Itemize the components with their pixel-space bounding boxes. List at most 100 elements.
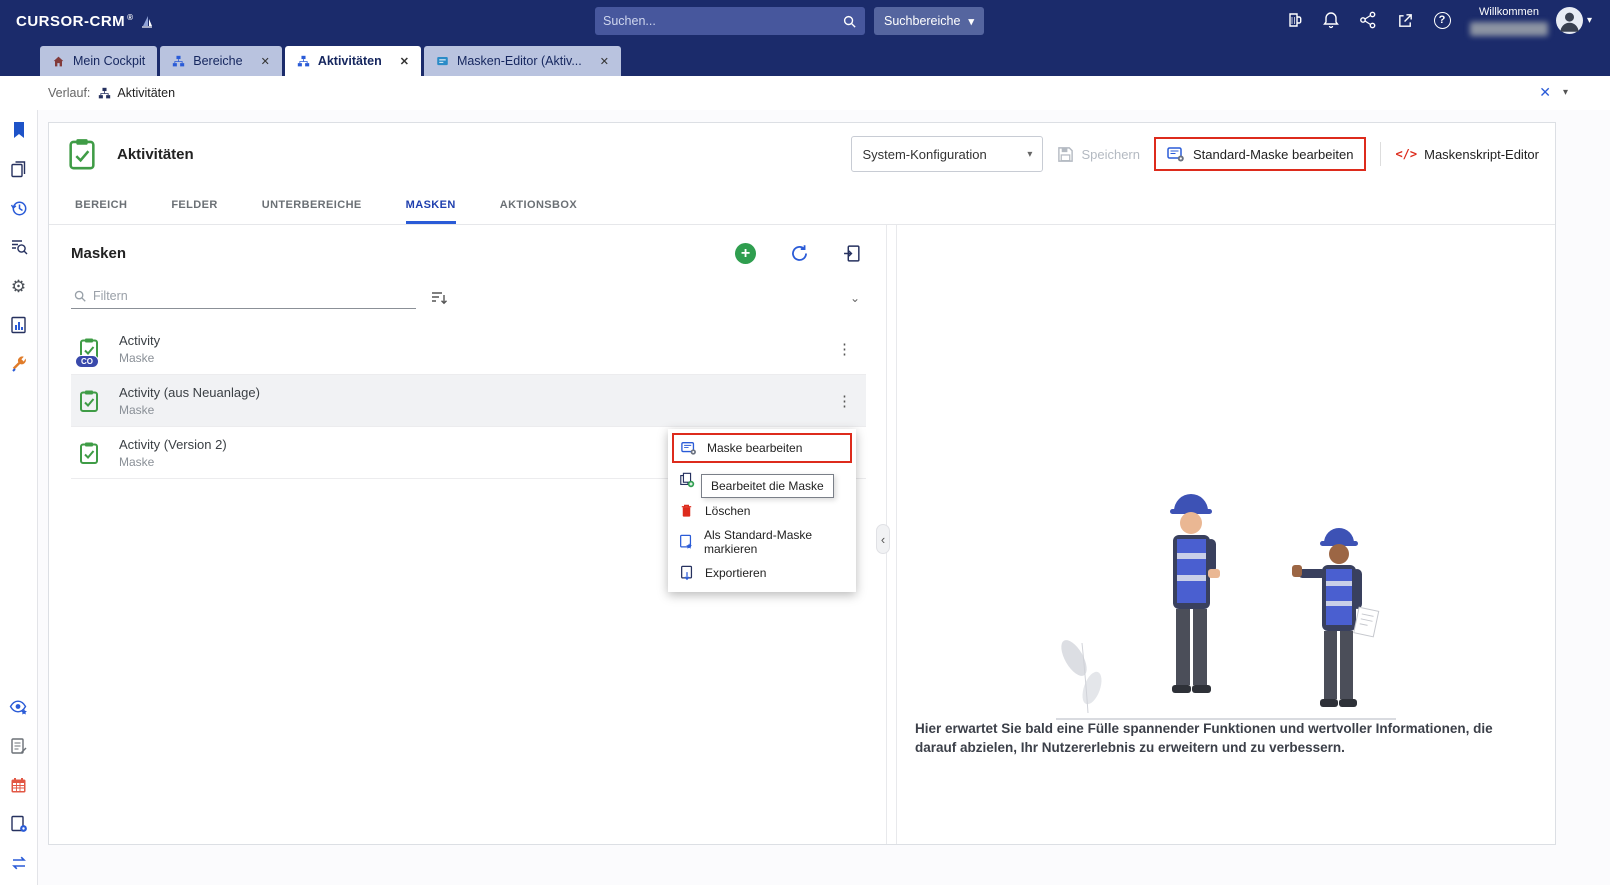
mug-icon[interactable] xyxy=(1284,10,1304,30)
row-icon-wrap xyxy=(77,441,107,465)
welcome-block: Willkommen xyxy=(1470,6,1548,36)
info-text: Hier erwartet Sie bald eine Fülle spanne… xyxy=(915,720,1533,758)
user-menu[interactable]: ▾ xyxy=(1556,7,1592,34)
clipboard-check-icon xyxy=(77,441,101,465)
search-input[interactable] xyxy=(603,14,842,28)
chevron-down-icon[interactable]: ⌄ xyxy=(850,291,866,305)
bookmark-icon[interactable] xyxy=(9,120,29,140)
tooltip: Bearbeitet die Maske xyxy=(701,474,834,498)
sail-icon xyxy=(140,15,154,29)
gear-icon[interactable]: ⚙ xyxy=(9,276,29,296)
sync-icon[interactable] xyxy=(9,853,29,873)
save-label: Speichern xyxy=(1081,147,1140,162)
clipboard-check-icon xyxy=(65,137,99,171)
history-item-aktivitaeten[interactable]: Aktivitäten xyxy=(98,86,175,100)
brand-text: CURSOR-CRM xyxy=(16,13,125,30)
search-icon xyxy=(73,289,87,303)
username-blurred xyxy=(1470,22,1548,36)
add-mask-icon[interactable]: + xyxy=(735,243,756,264)
sort-icon[interactable] xyxy=(430,289,448,307)
tab-label: Bereiche xyxy=(193,54,242,68)
row-text: Activity Maske xyxy=(119,333,160,365)
tab-unterbereiche[interactable]: UNTERBEREICHE xyxy=(262,185,362,224)
tab-label: Aktivitäten xyxy=(318,54,382,68)
filter-input[interactable] xyxy=(93,289,414,303)
mask-row-activity-neuanlage[interactable]: Activity (aus Neuanlage) Maske ⋮ xyxy=(71,375,866,427)
eye-star-icon[interactable] xyxy=(9,697,29,717)
row-icon-wrap: CO xyxy=(77,337,107,361)
menu-item-label: Exportieren xyxy=(705,566,766,580)
import-mask-icon[interactable] xyxy=(843,244,862,263)
tab-masken[interactable]: MASKEN xyxy=(406,185,456,224)
menu-item-maske-bearbeiten[interactable]: Maske bearbeiten xyxy=(672,433,852,463)
close-icon[interactable]: ✕ xyxy=(600,55,609,68)
close-icon[interactable]: ✕ xyxy=(400,55,409,68)
open-in-new-icon[interactable] xyxy=(1395,10,1415,30)
history-row: Verlauf: Aktivitäten xyxy=(0,76,1610,110)
search-scope-label: Suchbereiche xyxy=(884,14,960,28)
search-list-icon[interactable] xyxy=(9,237,29,257)
history-icon[interactable] xyxy=(9,198,29,218)
tab-label: Mein Cockpit xyxy=(73,54,145,68)
sitemap-icon xyxy=(172,55,185,68)
mask-edit-icon xyxy=(680,440,697,456)
search-icon[interactable] xyxy=(842,14,857,29)
history-item-label: Aktivitäten xyxy=(117,86,175,100)
menu-item-label: Als Standard-Maske markieren xyxy=(704,528,846,556)
calendar-icon[interactable] xyxy=(9,775,29,795)
topbar-icon-group: ? xyxy=(1284,10,1452,30)
mask-type: Maske xyxy=(119,351,160,365)
workers-illustration xyxy=(1036,473,1416,733)
share-icon[interactable] xyxy=(1358,10,1378,30)
divider xyxy=(1380,142,1381,166)
mask-script-editor-button[interactable]: </> Maskenskript-Editor xyxy=(1395,147,1539,162)
tab-masken-editor[interactable]: Masken-Editor (Aktiv... ✕ xyxy=(424,46,621,76)
notepad-icon[interactable] xyxy=(9,736,29,756)
doc-gear-icon[interactable] xyxy=(9,814,29,834)
tab-aktionsbox[interactable]: AKTIONSBOX xyxy=(500,185,577,224)
masks-header: Masken + xyxy=(71,243,866,264)
sitemap-icon xyxy=(98,87,111,100)
chevron-down-icon[interactable]: ▾ xyxy=(1563,87,1568,98)
refresh-icon[interactable] xyxy=(790,244,809,263)
filter-row: ⌄ xyxy=(71,286,866,309)
tab-bereich[interactable]: BEREICH xyxy=(75,185,127,224)
row-text: Activity (Version 2) Maske xyxy=(119,437,227,469)
close-icon[interactable]: ✕ xyxy=(1539,84,1551,101)
tab-mein-cockpit[interactable]: Mein Cockpit xyxy=(40,46,157,76)
configuration-select[interactable]: System-Konfiguration ▾ xyxy=(851,136,1043,172)
code-icon: </> xyxy=(1395,147,1417,161)
copy-plus-icon xyxy=(678,472,695,488)
row-icon-wrap xyxy=(77,389,107,413)
search-scope-button[interactable]: Suchbereiche ▾ xyxy=(874,7,984,35)
mask-name: Activity (Version 2) xyxy=(119,437,227,452)
export-icon xyxy=(678,565,695,581)
help-icon[interactable]: ? xyxy=(1432,10,1452,30)
close-icon[interactable]: ✕ xyxy=(261,55,270,68)
kebab-menu-icon[interactable]: ⋮ xyxy=(827,392,862,410)
co-badge: CO xyxy=(75,355,99,368)
avatar xyxy=(1556,7,1583,34)
menu-item-als-standard-maske-markieren[interactable]: Als Standard-Maske markieren xyxy=(668,526,856,557)
welcome-label: Willkommen xyxy=(1470,6,1548,18)
bell-icon[interactable] xyxy=(1321,10,1341,30)
question-glyph: ? xyxy=(1439,14,1446,26)
tab-felder[interactable]: FELDER xyxy=(171,185,217,224)
tab-bereiche[interactable]: Bereiche ✕ xyxy=(160,46,282,76)
section-tabs: BEREICH FELDER UNTERBEREICHE MASKEN AKTI… xyxy=(49,185,1555,225)
kebab-menu-icon[interactable]: ⋮ xyxy=(827,340,862,358)
pages-icon[interactable] xyxy=(9,159,29,179)
report-icon[interactable] xyxy=(9,315,29,335)
tools-icon[interactable] xyxy=(9,354,29,374)
card-header: Aktivitäten System-Konfiguration ▾ Speic… xyxy=(49,123,1555,185)
mask-row-activity[interactable]: CO Activity Maske ⋮ xyxy=(71,323,866,375)
menu-item-exportieren[interactable]: Exportieren xyxy=(668,557,856,588)
menu-item-loeschen[interactable]: Löschen xyxy=(668,495,856,526)
tab-aktivitaeten[interactable]: Aktivitäten ✕ xyxy=(285,46,421,76)
global-search xyxy=(595,7,865,35)
workspace-tabbar: Mein Cockpit Bereiche ✕ Aktivitäten ✕ Ma… xyxy=(0,42,1610,76)
save-button[interactable]: Speichern xyxy=(1057,146,1140,163)
mask-type: Maske xyxy=(119,455,227,469)
panel-collapse-handle[interactable]: ‹ xyxy=(876,524,890,554)
edit-default-mask-button[interactable]: Standard-Maske bearbeiten xyxy=(1154,137,1366,171)
